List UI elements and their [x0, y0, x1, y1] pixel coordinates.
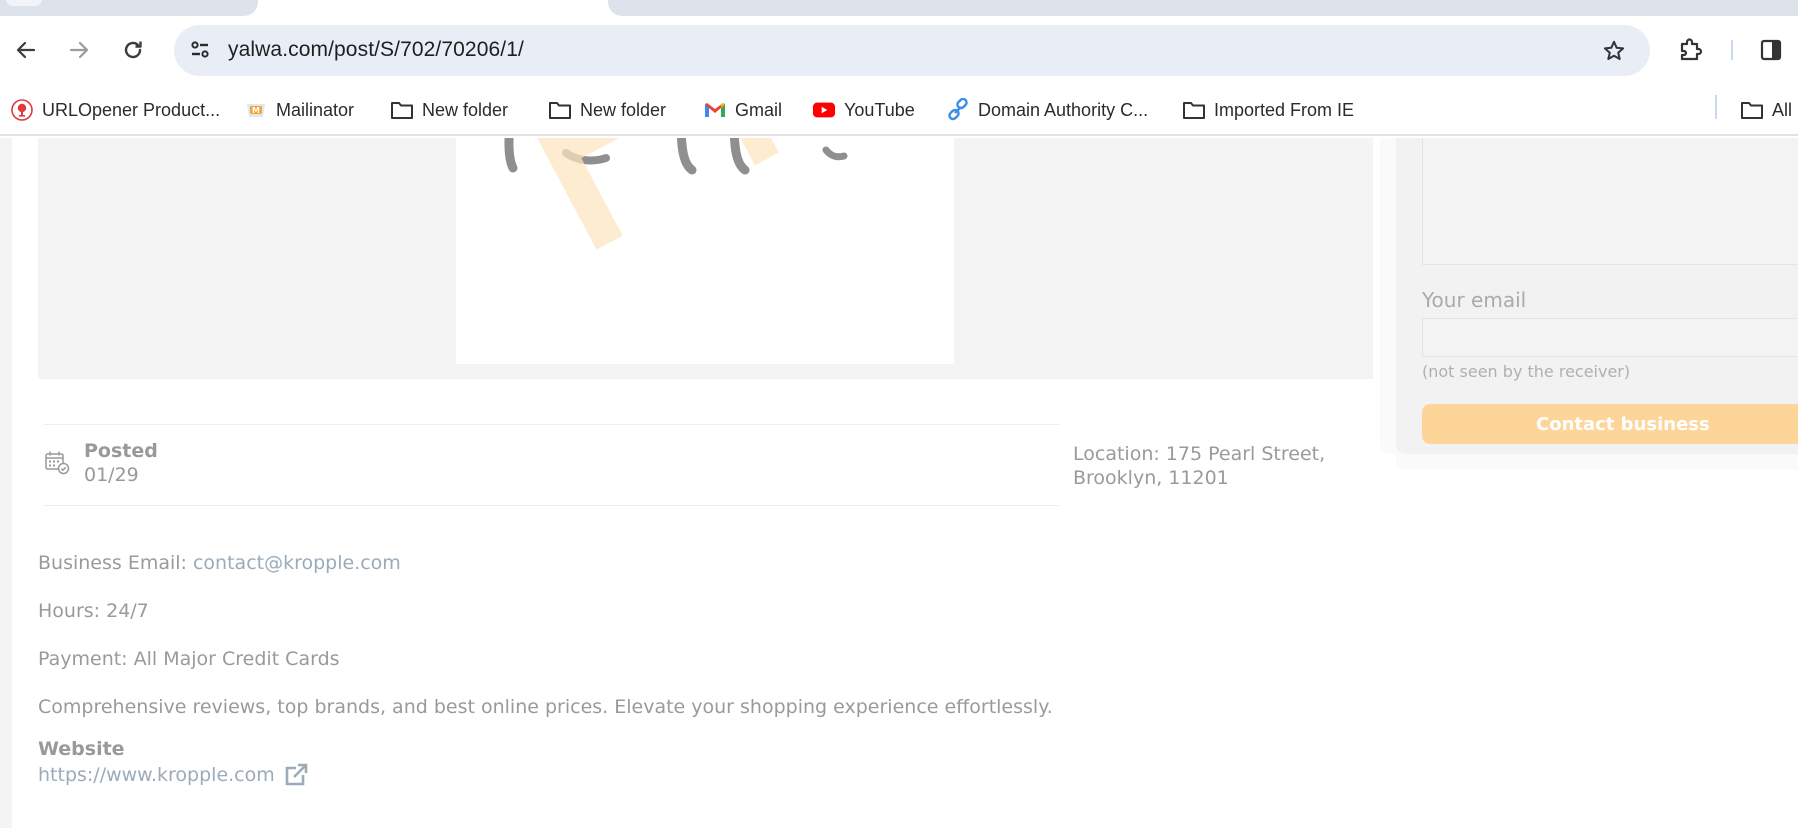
logo-handwriting [504, 138, 848, 175]
bookmark-gmail[interactable]: Gmail [703, 96, 782, 124]
bookmark-mailinator[interactable]: M Mailinator [244, 96, 354, 124]
left-gutter [0, 138, 12, 828]
calendar-check-icon [45, 451, 70, 475]
website-link[interactable]: https://www.kropple.com [38, 762, 309, 788]
bookmarks-divider [1715, 95, 1717, 119]
business-email-line: Business Email: contact@kropple.com [38, 552, 401, 574]
site-info-button[interactable] [186, 36, 214, 64]
folder-icon [390, 98, 414, 122]
forward-button[interactable] [63, 34, 95, 66]
arrow-left-icon [16, 41, 36, 59]
bookmark-imported-from-ie[interactable]: Imported From IE [1182, 96, 1354, 124]
listing-meta-row: Posted 01/29 [44, 424, 1059, 506]
all-bookmarks-button[interactable]: All [1740, 96, 1792, 124]
location-line-1: Location: 175 Pearl Street, [1073, 443, 1326, 465]
tab-strip [0, 0, 1798, 16]
bookmark-new-folder-1[interactable]: New folder [390, 96, 508, 124]
email-hint: (not seen by the receiver) [1422, 362, 1631, 381]
browser-toolbar: yalwa.com/post/S/702/70206/1/ [0, 16, 1798, 84]
contact-panel: Your email (not seen by the receiver) Co… [1396, 138, 1798, 454]
bookmark-label: Gmail [735, 99, 783, 120]
tab-favicon-placeholder [6, 0, 42, 6]
arrow-right-icon [69, 41, 89, 59]
listing-description: Comprehensive reviews, top brands, and b… [38, 696, 1053, 718]
bookmark-label: New folder [580, 99, 667, 120]
svg-text:M: M [252, 106, 260, 115]
url-text[interactable]: yalwa.com/post/S/702/70206/1/ [228, 38, 524, 62]
bookmark-new-folder-2[interactable]: New folder [548, 96, 666, 124]
bookmark-label: All [1772, 99, 1793, 120]
bookmark-domain-authority[interactable]: Domain Authority C... [946, 96, 1148, 124]
listing-image[interactable] [456, 138, 954, 364]
youtube-icon [812, 98, 836, 122]
bookmark-label: YouTube [844, 99, 915, 120]
mailinator-icon: M [244, 98, 268, 122]
location-line-2: Brooklyn, 11201 [1073, 467, 1229, 489]
image-gallery[interactable] [38, 138, 1373, 379]
link-icon [946, 98, 970, 122]
bookmark-label: Imported From IE [1214, 99, 1355, 120]
contact-business-button[interactable]: Contact business [1422, 404, 1798, 444]
urlopener-icon [10, 98, 34, 122]
side-panel-icon [1760, 39, 1782, 61]
star-icon [1603, 40, 1625, 60]
business-email-label: Business Email: [38, 552, 193, 574]
puzzle-icon [1680, 38, 1703, 61]
tab-inactive-right[interactable] [608, 0, 1798, 16]
business-email-link[interactable]: contact@kropple.com [193, 552, 401, 574]
bookmarks-bar: URLOpener Product... M Mailinator New fo… [0, 84, 1798, 136]
reload-icon [124, 41, 142, 59]
your-email-input[interactable] [1422, 318, 1798, 357]
listing-location: Location: 175 Pearl Street, Brooklyn, 11… [1073, 442, 1373, 490]
external-link-icon[interactable] [283, 762, 309, 788]
posted-date: 01/29 [84, 464, 139, 486]
tab-inactive-left[interactable] [0, 0, 258, 16]
posted-label: Posted [84, 440, 158, 462]
folder-icon [548, 98, 572, 122]
bookmark-star-button[interactable] [1600, 37, 1628, 65]
gmail-icon [703, 98, 727, 122]
page-content: Preview Posted 01/29 Location: 175 Pearl… [0, 138, 1798, 828]
bookmark-urlopener[interactable]: URLOpener Product... [10, 96, 220, 124]
message-textarea[interactable] [1422, 138, 1798, 265]
folder-icon [1740, 98, 1764, 122]
payment-line: Payment: All Major Credit Cards [38, 648, 340, 670]
back-button[interactable] [10, 34, 42, 66]
website-label: Website [38, 738, 125, 760]
toolbar-divider [1731, 40, 1733, 60]
bookmark-label: Domain Authority C... [978, 99, 1149, 120]
bookmark-label: Mailinator [276, 99, 355, 120]
your-email-label: Your email [1422, 288, 1527, 312]
extensions-button[interactable] [1676, 35, 1706, 65]
website-url[interactable]: https://www.kropple.com [38, 764, 275, 786]
bookmark-label: New folder [422, 99, 509, 120]
address-bar[interactable]: yalwa.com/post/S/702/70206/1/ [174, 25, 1650, 76]
reload-button[interactable] [117, 34, 149, 66]
bookmark-label: URLOpener Product... [42, 99, 221, 120]
tune-icon [191, 41, 209, 58]
side-panel-button[interactable] [1756, 35, 1786, 65]
hours-line: Hours: 24/7 [38, 600, 149, 622]
bookmark-youtube[interactable]: YouTube [812, 96, 915, 124]
folder-icon [1182, 98, 1206, 122]
